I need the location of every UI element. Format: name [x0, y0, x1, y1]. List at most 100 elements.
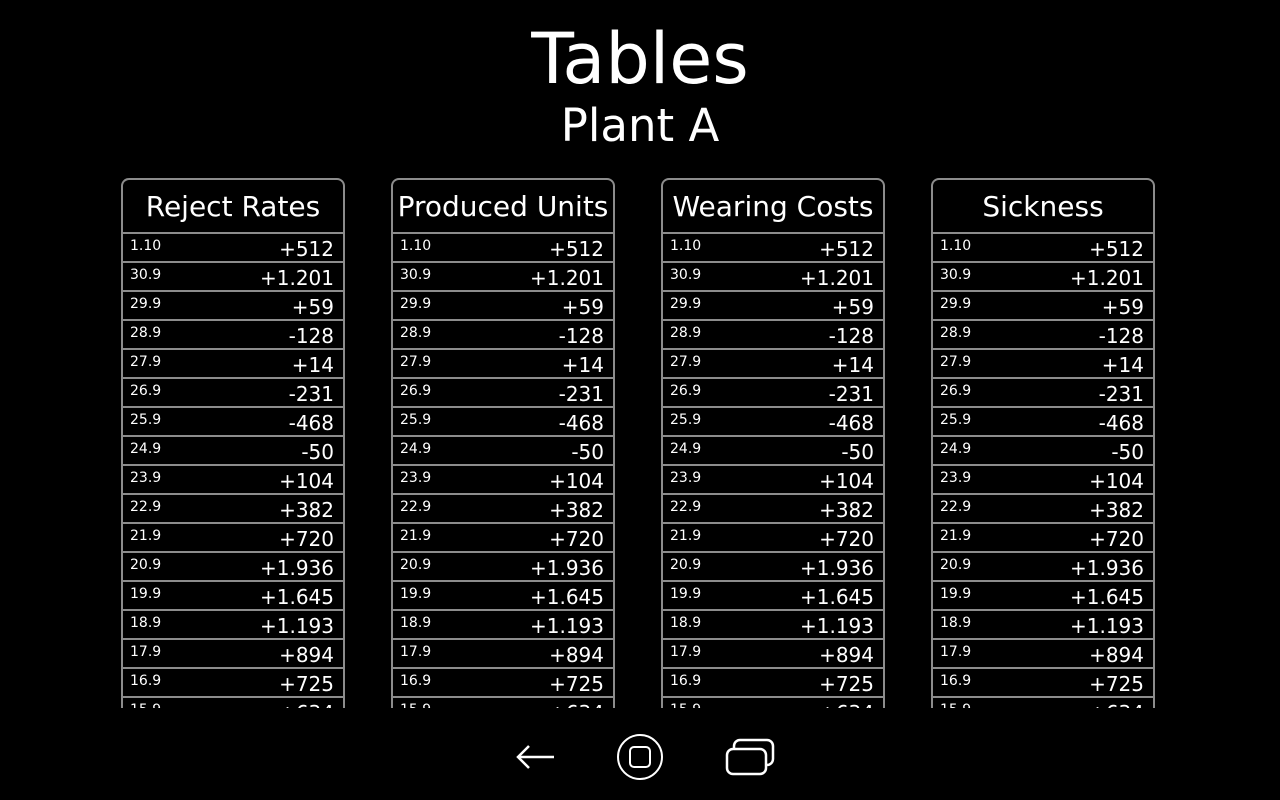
table-row: 28.9 -128 [663, 321, 883, 350]
table-rows: 1.10 +512 30.9 +1.201 29.9 +59 28.9 -128 27.9 +14… [933, 234, 1153, 708]
row-value: +1.201 [259, 266, 334, 290]
row-value: -468 [558, 411, 604, 435]
table-row: 23.9 +104 [933, 466, 1153, 495]
table-row: 23.9 +104 [393, 466, 613, 495]
row-value: +382 [1089, 498, 1144, 522]
tables-scroll-area[interactable]: Reject Rates 1.10 +512 30.9 +1.201 29.9 +59 28… [0, 178, 1280, 708]
row-date: 28.9 [940, 325, 972, 341]
row-date: 27.9 [940, 354, 972, 370]
row-date: 15.9 [130, 701, 161, 708]
table-row: 29.9 +59 [393, 292, 613, 321]
row-date: 1.10 [130, 238, 162, 254]
row-value: +104 [1089, 469, 1144, 493]
row-date: 16.9 [400, 673, 432, 689]
table-rows: 1.10 +512 30.9 +1.201 29.9 +59 28.9 -128 27.9 +14… [663, 234, 883, 708]
table-row: 19.9 +1.645 [933, 582, 1153, 611]
row-date: 25.9 [940, 412, 972, 428]
row-value: +512 [279, 237, 334, 261]
row-value: +1.201 [529, 266, 604, 290]
table-row: 15.9 +634 [393, 698, 613, 708]
row-value: +1.193 [799, 614, 874, 638]
row-value: +634 [819, 701, 874, 708]
row-value: +1.645 [529, 585, 604, 609]
table-row: 22.9 +382 [123, 495, 343, 524]
table-row: 19.9 +1.645 [393, 582, 613, 611]
table-row: 16.9 +725 [393, 669, 613, 698]
table-row: 22.9 +382 [393, 495, 613, 524]
table-row: 1.10 +512 [123, 234, 343, 263]
table-row: 17.9 +894 [393, 640, 613, 669]
home-button[interactable] [610, 732, 670, 782]
page-subtitle: Plant A [560, 99, 720, 152]
row-value: -231 [828, 382, 874, 406]
table-row: 27.9 +14 [663, 350, 883, 379]
navigation-bar [0, 720, 1280, 800]
table-row: 26.9 -231 [123, 379, 343, 408]
row-value: -468 [288, 411, 334, 435]
row-value: +104 [279, 469, 334, 493]
row-date: 24.9 [940, 441, 972, 457]
row-value: +1.201 [1069, 266, 1144, 290]
table-row: 23.9 +104 [123, 466, 343, 495]
table-row: 20.9 +1.936 [393, 553, 613, 582]
row-value: -128 [288, 324, 334, 348]
row-date: 25.9 [400, 412, 432, 428]
row-date: 21.9 [670, 528, 702, 544]
row-date: 15.9 [400, 701, 431, 708]
row-value: +382 [549, 498, 604, 522]
table-row: 30.9 +1.201 [933, 263, 1153, 292]
row-value: -50 [571, 440, 604, 464]
recent-apps-button[interactable] [720, 732, 780, 782]
row-date: 1.10 [400, 238, 432, 254]
back-button[interactable] [506, 732, 566, 782]
row-date: 15.9 [940, 701, 971, 708]
row-value: +720 [549, 527, 604, 551]
table-row: 19.9 +1.645 [123, 582, 343, 611]
row-date: 16.9 [670, 673, 702, 689]
row-value: +14 [561, 353, 604, 377]
row-date: 21.9 [400, 528, 432, 544]
row-value: +512 [549, 237, 604, 261]
row-date: 22.9 [400, 499, 432, 515]
row-value: +59 [1101, 295, 1144, 319]
table-row: 30.9 +1.201 [663, 263, 883, 292]
row-date: 27.9 [400, 354, 432, 370]
row-value: +1.645 [1069, 585, 1144, 609]
table-row: 17.9 +894 [933, 640, 1153, 669]
table-row: 25.9 -468 [933, 408, 1153, 437]
table-row: 22.9 +382 [933, 495, 1153, 524]
row-date: 29.9 [940, 296, 972, 312]
row-date: 16.9 [130, 673, 162, 689]
table-reject-rates: Reject Rates 1.10 +512 30.9 +1.201 29.9 +59 28… [121, 178, 345, 708]
row-date: 25.9 [130, 412, 162, 428]
row-value: +725 [279, 672, 334, 696]
table-row: 28.9 -128 [123, 321, 343, 350]
row-date: 30.9 [670, 267, 702, 283]
row-value: +512 [819, 237, 874, 261]
table-row: 16.9 +725 [663, 669, 883, 698]
row-date: 26.9 [400, 383, 432, 399]
row-value: +1.645 [799, 585, 874, 609]
row-date: 17.9 [130, 644, 162, 660]
row-date: 17.9 [400, 644, 432, 660]
table-row: 25.9 -468 [663, 408, 883, 437]
row-value: +1.201 [799, 266, 874, 290]
row-value: +720 [819, 527, 874, 551]
table-row: 16.9 +725 [933, 669, 1153, 698]
row-date: 30.9 [130, 267, 162, 283]
row-value: -50 [1111, 440, 1144, 464]
table-row: 21.9 +720 [123, 524, 343, 553]
table-row: 18.9 +1.193 [933, 611, 1153, 640]
row-value: +1.936 [1069, 556, 1144, 580]
table-row: 21.9 +720 [393, 524, 613, 553]
row-value: +634 [1089, 701, 1144, 708]
table-row: 25.9 -468 [393, 408, 613, 437]
row-date: 18.9 [400, 615, 432, 631]
row-date: 23.9 [670, 470, 702, 486]
row-value: +1.936 [799, 556, 874, 580]
row-date: 29.9 [130, 296, 162, 312]
row-date: 29.9 [670, 296, 702, 312]
table-row: 18.9 +1.193 [663, 611, 883, 640]
table-row: 29.9 +59 [933, 292, 1153, 321]
row-value: +382 [279, 498, 334, 522]
